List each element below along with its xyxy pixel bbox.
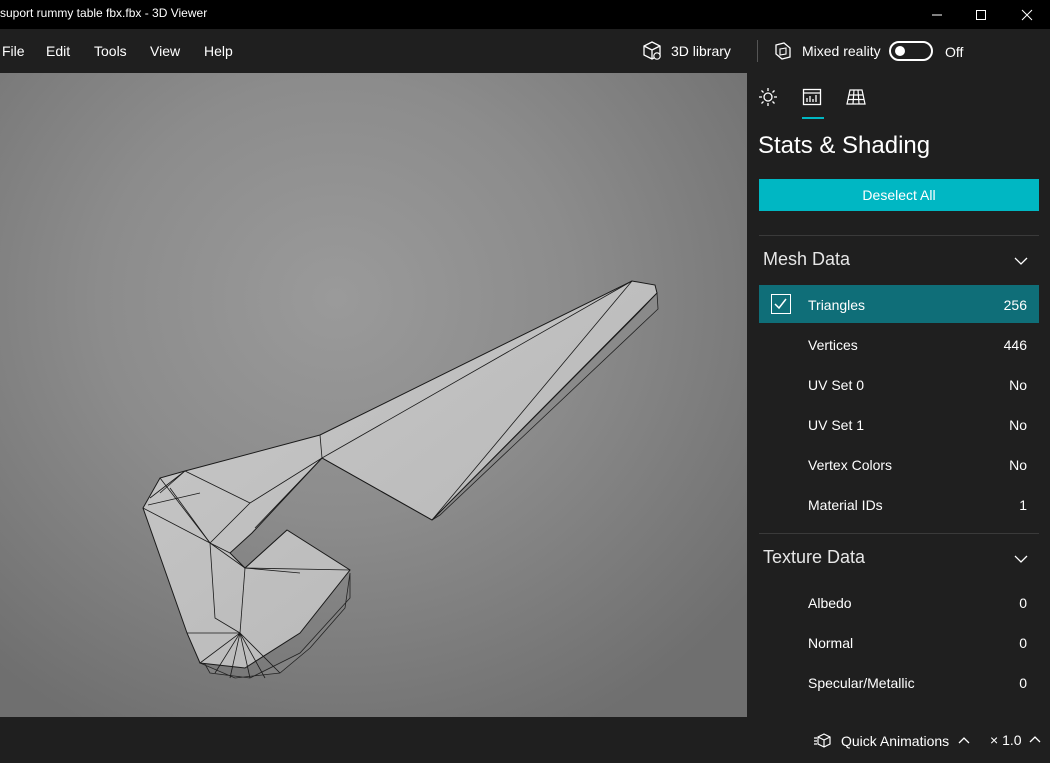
row-label: Specular/Metallic <box>808 675 915 691</box>
mixed-reality-label: Mixed reality <box>802 43 881 59</box>
row-label: Triangles <box>808 297 866 313</box>
mixed-reality-icon <box>775 42 791 60</box>
menu-file[interactable]: File <box>2 43 25 59</box>
row-value: 0 <box>1019 595 1027 611</box>
mixed-reality-toggle[interactable] <box>889 41 933 61</box>
playback-speed-button[interactable]: × 1.0 <box>990 732 1042 748</box>
chevron-down-icon[interactable] <box>1013 253 1029 269</box>
row-value: No <box>1009 417 1027 433</box>
texture-data-heading[interactable]: Texture Data <box>763 547 865 568</box>
menu-help[interactable]: Help <box>204 43 233 59</box>
row-label: UV Set 0 <box>808 377 865 393</box>
tab-stats[interactable] <box>800 85 824 109</box>
row-value: 0 <box>1019 635 1027 651</box>
close-icon <box>1021 9 1033 20</box>
menu-view[interactable]: View <box>150 43 180 59</box>
row-value: 0 <box>1019 675 1027 691</box>
row-value: No <box>1009 377 1027 393</box>
row-value: 446 <box>1003 337 1027 353</box>
panel-title: Stats & Shading <box>758 132 931 159</box>
cube-icon <box>643 41 661 60</box>
window-title: suport rummy table fbx.fbx - 3D Viewer <box>0 6 208 20</box>
row-label: Material IDs <box>808 497 883 513</box>
3d-library-label: 3D library <box>671 43 731 59</box>
active-tab-indicator <box>802 117 824 119</box>
stats-icon <box>802 88 822 106</box>
menu-separator <box>757 40 758 62</box>
mesh-data-heading[interactable]: Mesh Data <box>763 249 850 270</box>
divider <box>759 533 1039 534</box>
texture-row-normal[interactable]: Normal 0 <box>759 623 1039 661</box>
row-value: 1 <box>1019 497 1027 513</box>
minimize-button[interactable] <box>914 0 960 29</box>
row-label: Vertex Colors <box>808 457 893 473</box>
chevron-up-icon <box>1029 736 1040 743</box>
divider <box>759 235 1039 236</box>
mesh-row-material-ids[interactable]: Material IDs 1 <box>759 485 1039 523</box>
mesh-row-uv-set-0[interactable]: UV Set 0 No <box>759 365 1039 403</box>
grid-icon <box>846 89 866 105</box>
mesh-row-uv-set-1[interactable]: UV Set 1 No <box>759 405 1039 443</box>
maximize-icon <box>976 9 986 20</box>
quick-animations-label: Quick Animations <box>841 733 950 749</box>
minimize-icon <box>932 14 942 15</box>
toggle-knob <box>895 46 905 56</box>
row-value: No <box>1009 457 1027 473</box>
menu-tools[interactable]: Tools <box>94 43 127 59</box>
speed-label: × 1.0 <box>990 732 1022 748</box>
stats-panel: Stats & Shading Deselect All Mesh Data T… <box>747 73 1050 717</box>
row-label: UV Set 1 <box>808 417 865 433</box>
menu-bar: File Edit Tools View Help 3D library Mix… <box>0 29 1050 73</box>
mesh-row-vertices[interactable]: Vertices 446 <box>759 325 1039 363</box>
tab-grid[interactable] <box>844 85 868 109</box>
menu-edit[interactable]: Edit <box>46 43 70 59</box>
chevron-up-icon <box>958 737 970 744</box>
3d-library-button[interactable]: 3D library <box>641 37 731 65</box>
title-bar: suport rummy table fbx.fbx - 3D Viewer <box>0 0 1050 29</box>
checkbox[interactable] <box>771 294 791 314</box>
row-label: Vertices <box>808 337 858 353</box>
toggle-state-label: Off <box>945 44 964 60</box>
deselect-all-button[interactable]: Deselect All <box>759 179 1039 211</box>
mesh-row-vertex-colors[interactable]: Vertex Colors No <box>759 445 1039 483</box>
maximize-button[interactable] <box>958 0 1004 29</box>
row-value: 256 <box>1003 297 1027 313</box>
chevron-down-icon[interactable] <box>1013 551 1029 567</box>
row-label: Albedo <box>808 595 852 611</box>
texture-row-albedo[interactable]: Albedo 0 <box>759 583 1039 621</box>
quick-animations-button[interactable]: Quick Animations <box>813 732 971 750</box>
lighting-icon <box>759 88 777 106</box>
mixed-reality-button[interactable]: Mixed reality <box>772 37 881 65</box>
mesh-row-triangles[interactable]: Triangles 256 <box>759 285 1039 323</box>
tab-lighting[interactable] <box>756 85 780 109</box>
3d-viewport[interactable] <box>0 73 747 717</box>
3d-model <box>142 280 659 679</box>
checkmark-icon <box>774 298 787 310</box>
bottom-bar: Quick Animations × 1.0 <box>0 717 1050 763</box>
row-label: Normal <box>808 635 854 651</box>
animation-cube-icon <box>814 733 831 748</box>
texture-row-specular-metallic[interactable]: Specular/Metallic 0 <box>759 663 1039 701</box>
close-button[interactable] <box>1004 0 1050 29</box>
